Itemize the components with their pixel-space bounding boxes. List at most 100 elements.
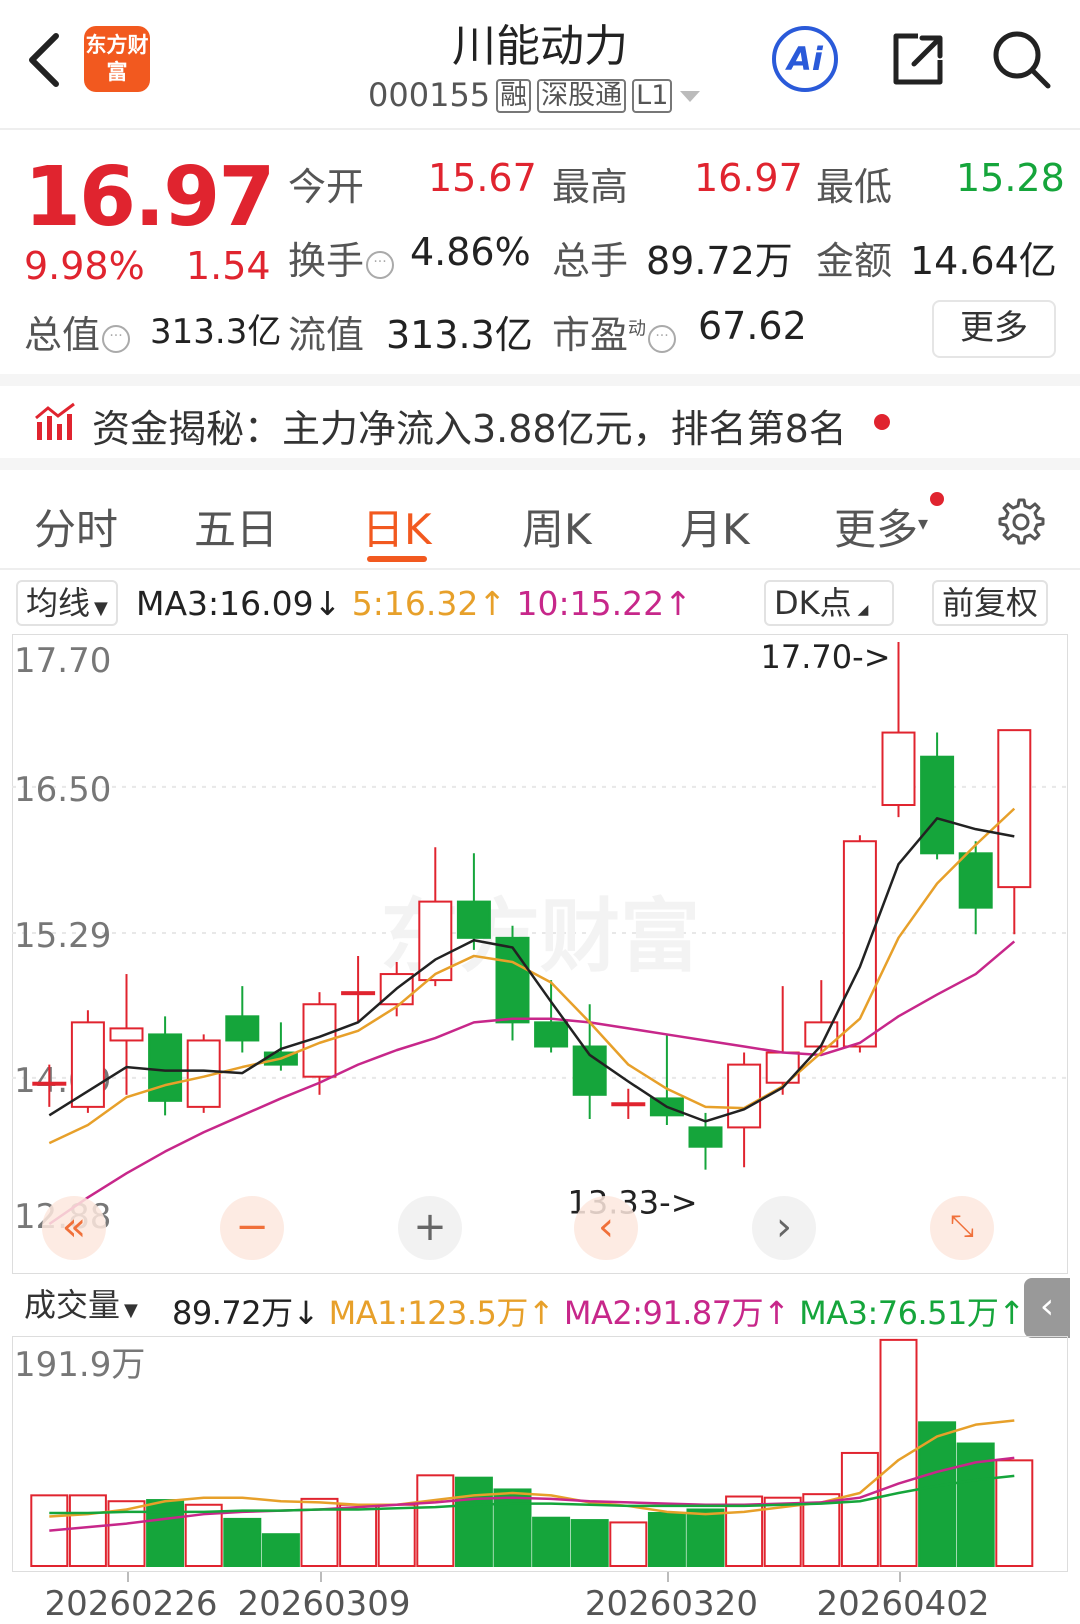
ma5-value: 5:16.32↑	[351, 584, 507, 623]
top-bar: 东方财富 川能动力 000155 融深股通 L1 Ai	[0, 0, 1080, 130]
active-tab-indicator	[367, 556, 427, 562]
candle-body	[456, 900, 491, 939]
tab-monthly-k[interactable]: 月K	[680, 496, 750, 557]
stock-name: 川能动力	[452, 21, 628, 72]
volume-bar	[840, 1451, 879, 1567]
logo-text: 东方财富	[85, 33, 149, 84]
volume-bar	[339, 1503, 378, 1567]
high-value: 16.97	[694, 156, 803, 200]
volume-selector-label: 成交量	[24, 1286, 121, 1324]
adjust-selector[interactable]: 前复权	[932, 580, 1049, 626]
prev-icon[interactable]: ‹	[574, 1196, 638, 1260]
search-icon[interactable]	[990, 28, 1052, 90]
pe-label-text: 市盈	[552, 313, 629, 357]
ai-assistant-icon[interactable]: Ai	[772, 26, 838, 92]
market-cap-label-text: 总值	[24, 313, 101, 357]
ma3-value: MA3:16.09↓	[136, 584, 342, 623]
candle-body	[148, 1033, 183, 1102]
tab-weekly-k[interactable]: 周K	[522, 496, 592, 557]
gear-icon[interactable]	[993, 496, 1045, 548]
volume-bar	[532, 1516, 571, 1567]
volume-ma3: MA3:76.51万↑	[799, 1294, 1025, 1332]
ma10-value: 10:15.22↑	[516, 584, 692, 623]
amount-label: 金额	[816, 239, 893, 283]
chevron-down-icon: ▼	[94, 598, 108, 619]
date-label: 20260309	[237, 1584, 411, 1624]
level-tag: L1	[632, 79, 673, 113]
volume-bar	[454, 1476, 493, 1567]
volume-bar	[68, 1494, 107, 1567]
zoom-out-icon[interactable]: −	[220, 1196, 284, 1260]
candle-body	[727, 1063, 762, 1129]
volume-indicator-selector[interactable]: 成交量 ▼	[16, 1284, 146, 1326]
connect-tag: 深股通	[537, 79, 627, 113]
tab-daily-k[interactable]: 日K	[362, 496, 432, 557]
tab-more[interactable]: 更多▾	[834, 496, 928, 557]
collapse-panel-icon[interactable]: ‹	[1024, 1278, 1070, 1338]
candle-body	[225, 1015, 260, 1042]
market-cap-value: 313.3亿	[150, 312, 282, 352]
candle-body	[32, 1081, 67, 1086]
volume-bar	[416, 1474, 455, 1567]
candle-body	[920, 755, 955, 855]
volume-bar	[609, 1521, 648, 1567]
open-label: 今开	[288, 165, 365, 209]
indicator-selector[interactable]: 均线 ▼	[16, 580, 118, 626]
turnover-value: 4.86%	[410, 230, 531, 274]
candlestick-chart[interactable]: 17.7016.5015.2914.0912.88东方财富17.70->13.3…	[12, 634, 1068, 1274]
tab-intraday[interactable]: 分时	[34, 496, 118, 557]
more-quote-button[interactable]: 更多	[932, 300, 1056, 358]
candle-body	[109, 1027, 144, 1042]
volume-bar	[223, 1517, 262, 1568]
candle-body	[70, 1021, 105, 1108]
stock-code-row[interactable]: 000155 融深股通 L1	[368, 76, 701, 114]
pe-superscript: 动	[628, 318, 647, 340]
current-price: 16.97	[24, 150, 275, 245]
pe-label[interactable]: 市盈动 ···	[552, 304, 677, 359]
fund-flow-icon	[35, 402, 75, 440]
change-percent: 9.98%	[24, 244, 145, 288]
date-label: 20260320	[584, 1584, 758, 1624]
app-logo: 东方财富	[84, 26, 150, 92]
turnover-label-text: 换手	[288, 239, 365, 283]
zoom-in-icon[interactable]: +	[398, 1196, 462, 1260]
dk-point-selector[interactable]: DK点 ◢	[764, 580, 894, 626]
volume-axis-label: 191.9万	[14, 1345, 145, 1385]
volume-ma1: MA1:123.5万↑	[328, 1294, 555, 1332]
chevron-down-icon: ▾	[918, 511, 929, 535]
turnover-label[interactable]: 换手 ···	[288, 230, 395, 285]
info-icon[interactable]: ···	[366, 251, 395, 279]
volume-bar	[493, 1488, 532, 1567]
scroll-left-icon[interactable]: «	[42, 1196, 106, 1260]
high-label: 最高	[552, 165, 629, 209]
volume-bar	[570, 1519, 609, 1567]
fullscreen-icon[interactable]: ⤡	[930, 1196, 994, 1260]
volume-bar	[377, 1503, 416, 1567]
next-icon[interactable]: ›	[752, 1196, 816, 1260]
date-tick	[319, 1572, 322, 1582]
tab-divider	[0, 568, 1080, 570]
chevron-down-icon[interactable]	[680, 91, 701, 102]
ai-label: Ai	[787, 40, 823, 78]
tab-five-day[interactable]: 五日	[194, 496, 278, 557]
candle-body	[611, 1102, 646, 1107]
candle-body	[842, 840, 877, 1048]
notification-dot	[930, 492, 944, 506]
volume-bar	[647, 1512, 686, 1567]
market-cap-label[interactable]: 总值 ···	[24, 304, 131, 359]
volume-label: 总手	[552, 239, 629, 283]
info-icon[interactable]: ···	[648, 325, 677, 353]
fund-flow-text[interactable]: 资金揭秘：主力净流入3.88亿元，排名第8名	[92, 398, 847, 453]
dk-point-label: DK点	[774, 584, 852, 622]
low-value: 15.28	[956, 156, 1065, 200]
indicator-selector-label: 均线	[26, 584, 91, 622]
volume-chart[interactable]: 191.9万	[12, 1336, 1068, 1572]
candle-body	[341, 991, 376, 996]
volume-bar	[146, 1499, 185, 1567]
price-axis-label: 17.70	[14, 641, 111, 681]
info-icon[interactable]: ···	[102, 325, 131, 353]
back-icon[interactable]	[24, 30, 64, 90]
volume-legend: 89.72万↓ MA1:123.5万↑ MA2:91.87万↑ MA3:76.5…	[172, 1288, 1025, 1334]
volume-ma2: MA2:91.87万↑	[563, 1294, 790, 1332]
share-icon[interactable]	[888, 30, 948, 90]
